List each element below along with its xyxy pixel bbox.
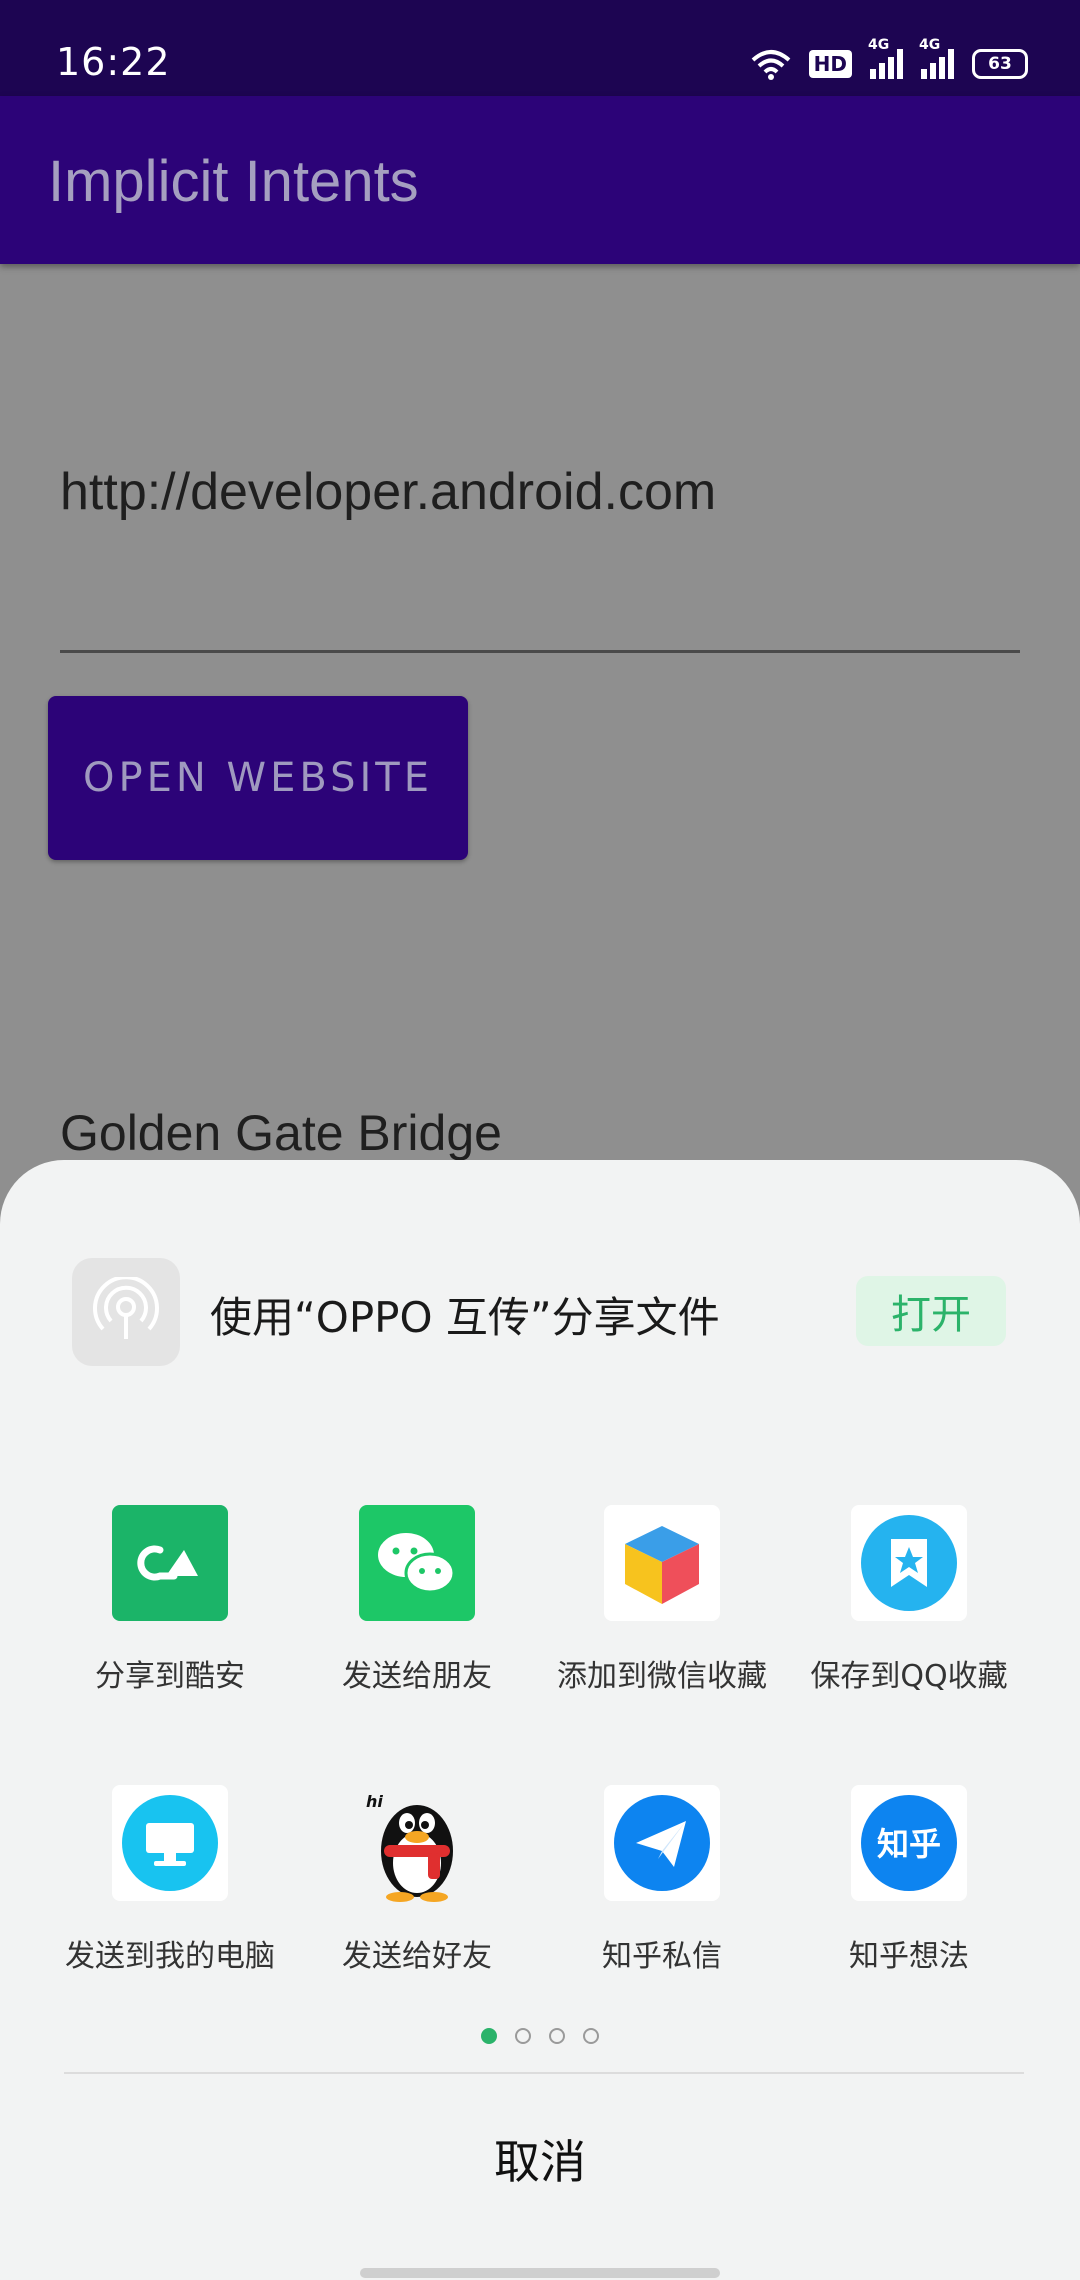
computer-icon: [112, 1785, 228, 1901]
page-dot: [549, 2028, 565, 2044]
hd-badge: HD: [808, 50, 852, 78]
share-sheet: 使用“OPPO 互传”分享文件 打开 分享到酷安 发送给朋友 添加到微信收藏 保…: [0, 1160, 1080, 2280]
share-target-label: 发送给朋友: [342, 1659, 492, 1694]
qq-favorites-icon: [851, 1505, 967, 1621]
network-type-label: 4G: [919, 37, 941, 53]
qq-penguin-icon: hi: [359, 1785, 475, 1902]
share-target-label: 知乎私信: [602, 1939, 722, 1974]
svg-text:知乎: 知乎: [877, 1825, 941, 1863]
share-target-label: 保存到QQ收藏: [810, 1659, 1008, 1694]
signal-icon: 4G: [868, 37, 903, 79]
share-target-qq-favorites[interactable]: 保存到QQ收藏: [774, 1505, 1044, 1695]
signal-icon: 4G: [919, 37, 954, 79]
page-dot: [515, 2028, 531, 2044]
wechat-favorites-icon: [604, 1505, 720, 1621]
share-target-label: 发送到我的电脑: [65, 1939, 275, 1974]
oppo-share-open-button[interactable]: 打开: [856, 1276, 1006, 1346]
website-url-underline: [60, 650, 1020, 653]
share-target-coolapk[interactable]: 分享到酷安: [35, 1505, 305, 1695]
svg-text:hi: hi: [366, 1792, 383, 1811]
share-target-my-computer[interactable]: 发送到我的电脑: [35, 1785, 305, 1975]
page-dot: [583, 2028, 599, 2044]
zhihu-icon: 知乎: [851, 1785, 967, 1901]
share-target-qq-friend[interactable]: hi 发送给好友: [282, 1785, 552, 1975]
share-target-zhihu-thought[interactable]: 知乎 知乎想法: [774, 1785, 1044, 1975]
share-target-wechat-favorites[interactable]: 添加到微信收藏: [527, 1505, 797, 1695]
status-time: 16:22: [56, 40, 171, 84]
oppo-share-banner-text: 使用“OPPO 互传”分享文件: [210, 1293, 720, 1342]
share-target-wechat-friend[interactable]: 发送给朋友: [282, 1505, 552, 1695]
app-toolbar: Implicit Intents: [0, 96, 1080, 264]
open-website-button[interactable]: OPEN WEBSITE: [48, 696, 468, 860]
share-target-label: 添加到微信收藏: [557, 1659, 767, 1694]
share-target-label: 发送给好友: [342, 1939, 492, 1974]
share-target-label: 分享到酷安: [95, 1659, 245, 1694]
cancel-button[interactable]: 取消: [0, 2126, 1080, 2192]
page-dot-active: [481, 2028, 497, 2044]
network-type-label: 4G: [868, 37, 890, 53]
status-icons: HD 4G 4G 63: [751, 37, 1028, 84]
page-title: Implicit Intents: [48, 149, 419, 214]
wechat-icon: [359, 1505, 475, 1621]
divider: [64, 2072, 1024, 2074]
website-url-field[interactable]: http://developer.android.com: [60, 462, 716, 522]
wifi-icon: [751, 50, 790, 80]
share-target-label: 知乎想法: [849, 1939, 969, 1974]
home-indicator[interactable]: [360, 2268, 720, 2278]
oppo-share-icon: [72, 1258, 180, 1366]
zhihu-message-icon: [604, 1785, 720, 1901]
battery-icon: 63: [972, 49, 1028, 79]
share-target-zhihu-message[interactable]: 知乎私信: [527, 1785, 797, 1975]
status-bar: 16:22 HD 4G 4G 63: [0, 0, 1080, 96]
location-field[interactable]: Golden Gate Bridge: [60, 1104, 502, 1162]
coolapk-icon: [112, 1505, 228, 1621]
page-indicator: [0, 2028, 1080, 2052]
